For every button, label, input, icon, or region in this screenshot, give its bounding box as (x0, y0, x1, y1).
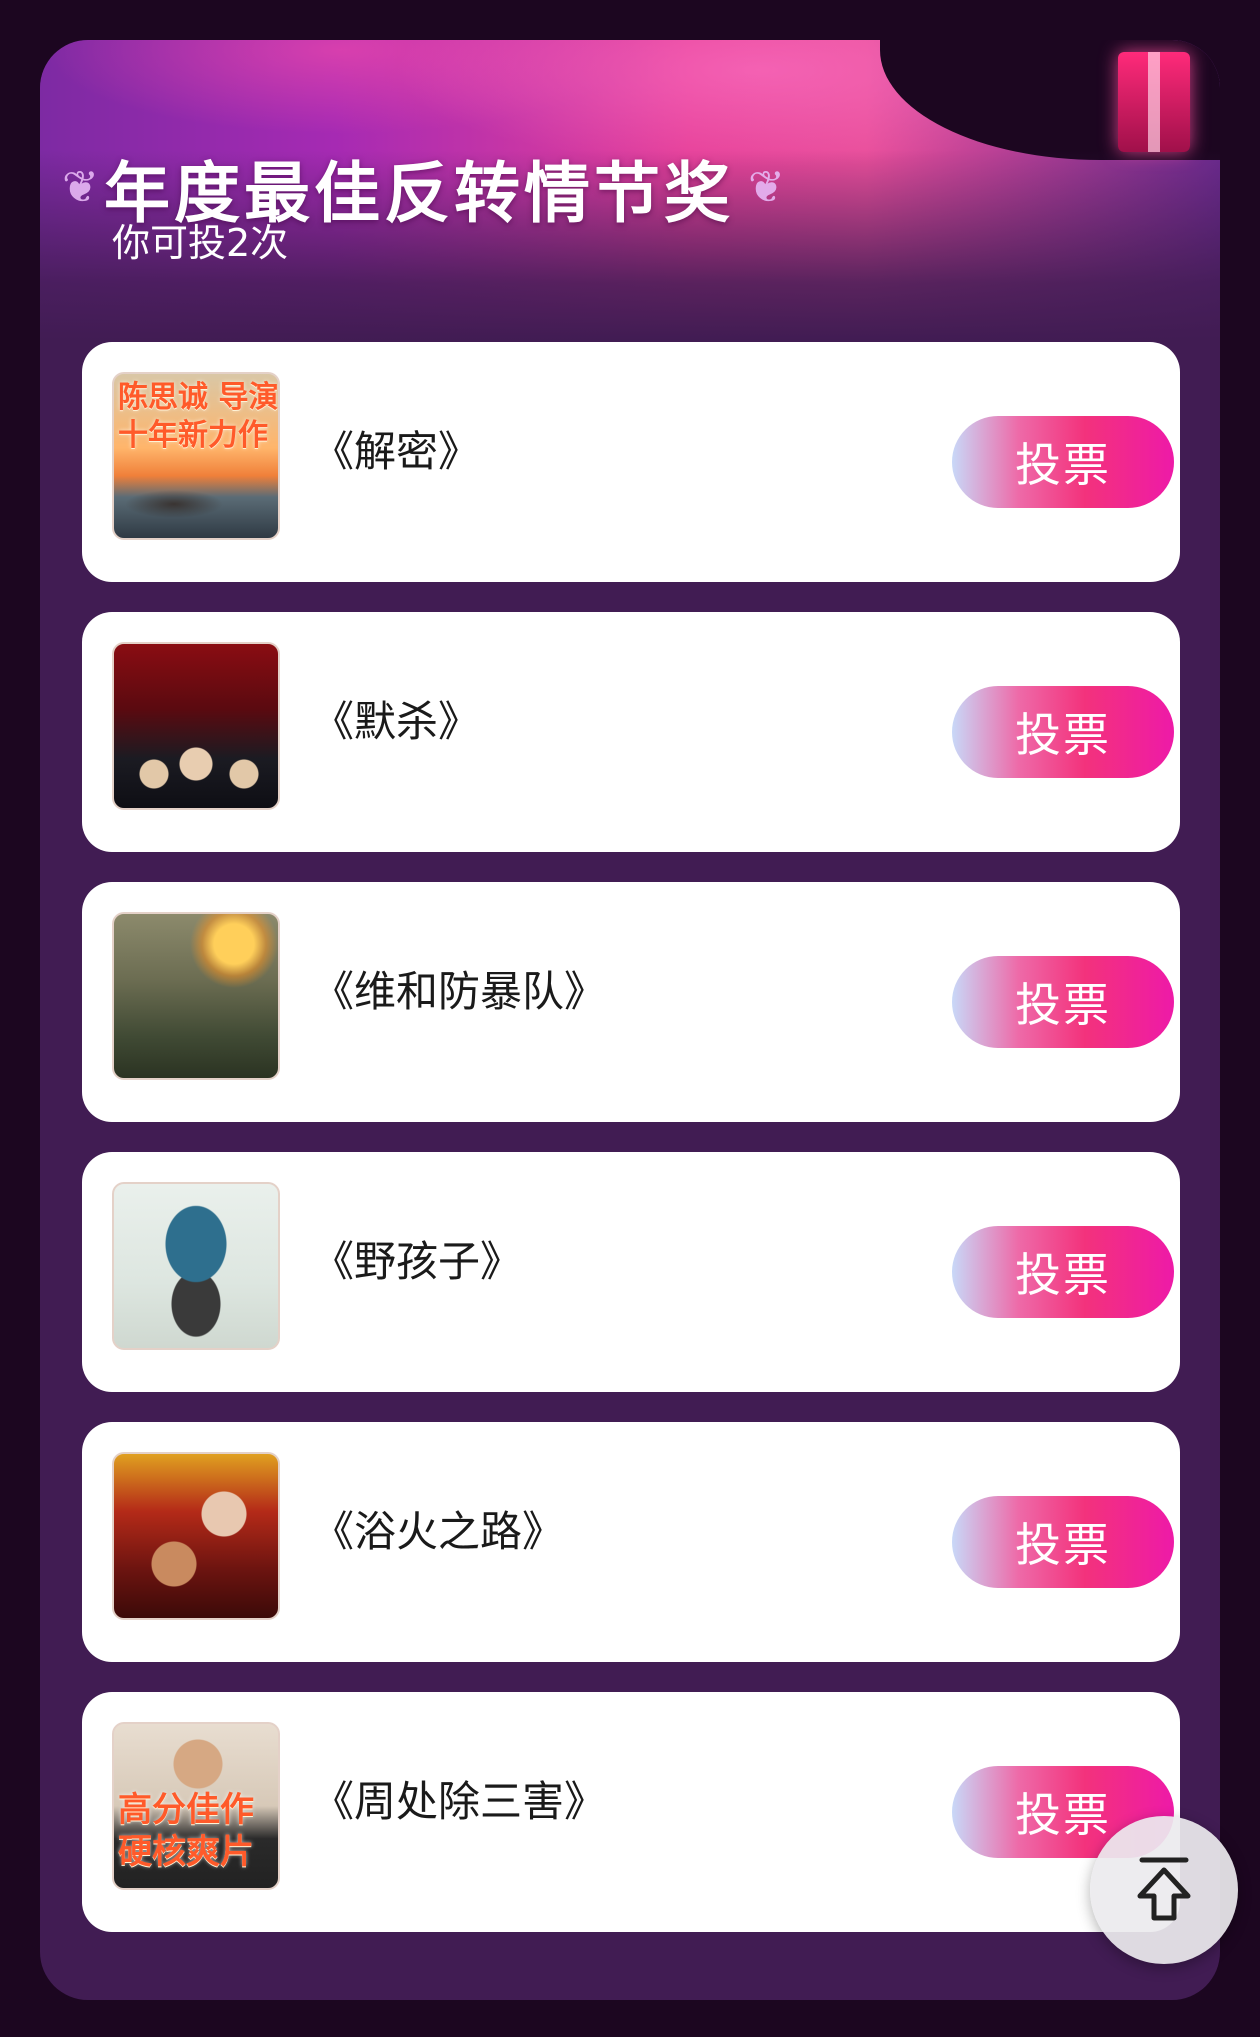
movie-title: 《浴火之路》 (312, 1507, 565, 1556)
movie-poster: 高分佳作 硬核爽片 (112, 1722, 280, 1890)
nominee-card: 《浴火之路》 投票 (82, 1422, 1180, 1662)
movie-title: 《解密》 (312, 427, 481, 476)
vote-button[interactable]: 投票 (952, 1226, 1174, 1318)
vote-button[interactable]: 投票 (952, 1496, 1174, 1588)
vote-button[interactable]: 投票 (952, 956, 1174, 1048)
movie-poster: 陈思诚 导演 十年新力作 (112, 372, 280, 540)
nominee-card: 《默杀》 投票 (82, 612, 1180, 852)
nominee-card: 陈思诚 导演 十年新力作 《解密》 投票 (82, 342, 1180, 582)
poster-caption: 十年新力作 (118, 418, 268, 453)
poster-caption: 陈思诚 导演 (118, 380, 279, 415)
laurel-right-icon: ❦ (748, 162, 785, 213)
votes-remaining: 你可投2次 (112, 221, 289, 265)
movie-title: 《维和防暴队》 (312, 967, 607, 1016)
movie-title: 《默杀》 (312, 697, 481, 746)
back-to-top-button[interactable] (1090, 1816, 1238, 1964)
movie-title: 《周处除三害》 (312, 1777, 607, 1826)
movie-poster (112, 1452, 280, 1620)
movie-poster (112, 1182, 280, 1350)
movie-title: 《野孩子》 (312, 1237, 523, 1286)
vote-button[interactable]: 投票 (952, 686, 1174, 778)
nominee-card: 《维和防暴队》 投票 (82, 882, 1180, 1122)
gift-icon (1118, 52, 1190, 152)
nominee-list: 陈思诚 导演 十年新力作 《解密》 投票 《默杀》 投票 《维和防暴队》 投票 … (82, 342, 1180, 1962)
vote-button[interactable]: 投票 (952, 416, 1174, 508)
award-panel: ❦ 年度最佳反转情节奖 ❦ 你可投2次 陈思诚 导演 十年新力作 《解密》 投票… (40, 40, 1220, 2000)
movie-poster (112, 642, 280, 810)
poster-caption: 硬核爽片 (118, 1832, 254, 1872)
nominee-card: 《野孩子》 投票 (82, 1152, 1180, 1392)
nominee-card: 高分佳作 硬核爽片 《周处除三害》 投票 (82, 1692, 1180, 1932)
poster-caption: 高分佳作 (118, 1790, 254, 1830)
arrow-up-to-line-icon (1137, 1857, 1191, 1921)
movie-poster (112, 912, 280, 1080)
laurel-left-icon: ❦ (62, 162, 99, 213)
